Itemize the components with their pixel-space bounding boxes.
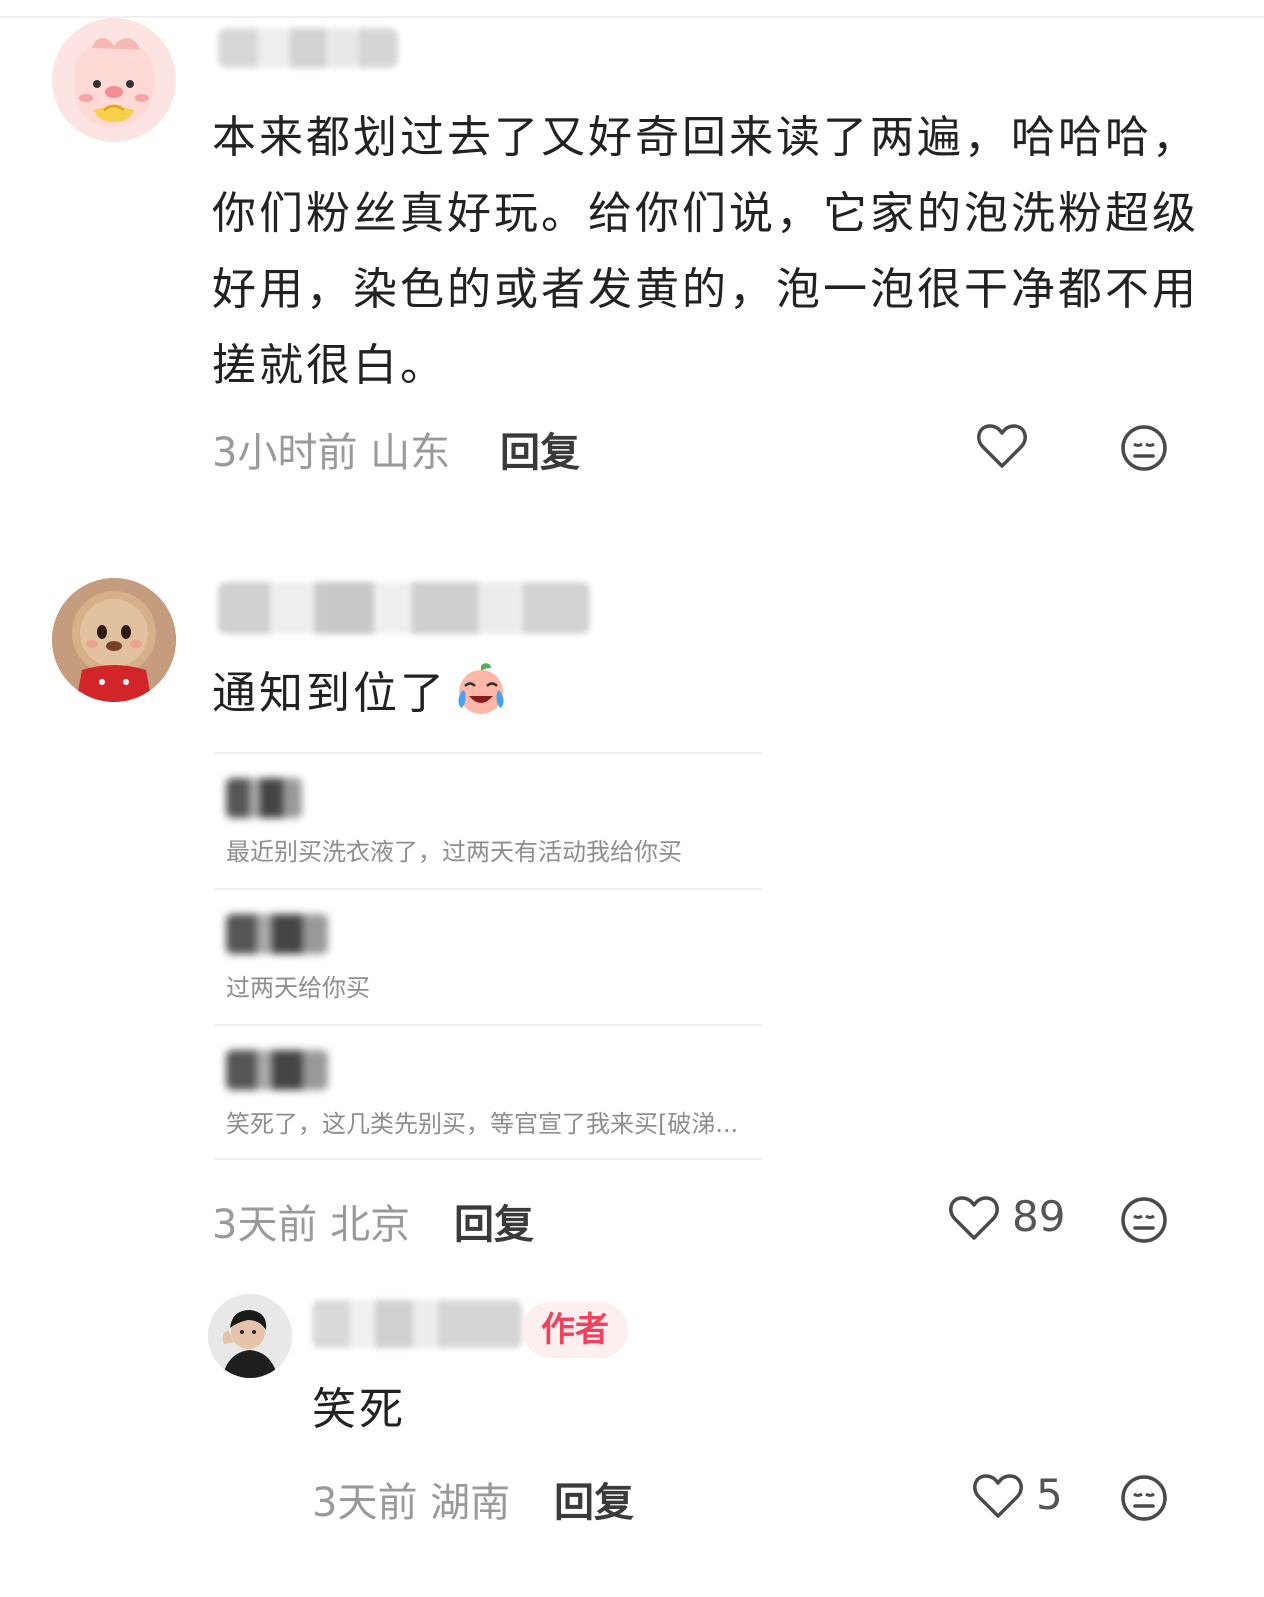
comment-text: 本来都划过去了又好奇回来读了两遍，哈哈哈，你们粉丝真好玩。给你们说，它家的泡洗粉… [212, 112, 1199, 391]
heart-outline-icon[interactable] [948, 1194, 1000, 1242]
quoted-message: 笑死了，这几类先别买，等官宣了我来买[破涕... [214, 1024, 762, 1160]
quoted-text: 最近别买洗衣液了，过两天有活动我给你买 [226, 838, 682, 866]
reply-button[interactable]: 回复 [454, 1192, 534, 1250]
neutral-face-icon[interactable] [1120, 424, 1168, 472]
quoted-message: 最近别买洗衣液了，过两天有活动我给你买 [214, 752, 762, 888]
reply-button[interactable]: 回复 [554, 1470, 634, 1528]
author-badge: 作者 [522, 1302, 628, 1358]
reply-button[interactable]: 回复 [500, 420, 580, 478]
username-blurred[interactable] [218, 582, 590, 634]
divider [214, 1158, 762, 1160]
quoted-username-blurred [226, 778, 302, 818]
comment-text-content: 通知到位了 [212, 668, 447, 719]
avatar[interactable] [52, 578, 176, 702]
comment-text: 通知到位了 [212, 660, 509, 727]
top-divider [0, 16, 1264, 18]
quoted-messages-card[interactable]: 最近别买洗衣液了，过两天有活动我给你买 过两天给你买 笑死了，这几类先别买，等官… [214, 752, 762, 1162]
quoted-message: 过两天给你买 [214, 888, 762, 1024]
neutral-face-icon[interactable] [1120, 1474, 1168, 1522]
comment-time-location: 3天前 湖南 [312, 1480, 511, 1526]
username-blurred[interactable] [218, 28, 398, 68]
crying-laughing-peach-emoji [453, 660, 509, 716]
avatar[interactable] [52, 18, 176, 142]
comment-time-location: 3小时前 山东 [212, 430, 451, 476]
quoted-username-blurred [226, 914, 328, 954]
comment-time-location: 3天前 北京 [212, 1202, 411, 1248]
comment-text: 笑死 [312, 1384, 406, 1435]
like-count: 5 [1036, 1470, 1063, 1519]
quoted-text: 笑死了，这几类先别买，等官宣了我来买[破涕... [226, 1110, 739, 1138]
username-blurred[interactable] [312, 1300, 522, 1348]
plush-bear-avatar-image [52, 578, 176, 702]
heart-outline-icon[interactable] [976, 422, 1028, 470]
neutral-face-icon[interactable] [1120, 1196, 1168, 1244]
heart-outline-icon[interactable] [972, 1472, 1024, 1520]
like-count: 89 [1012, 1192, 1066, 1241]
quoted-username-blurred [226, 1050, 328, 1090]
person-avatar-image [208, 1294, 292, 1378]
pig-avatar-image [52, 18, 176, 142]
quoted-text: 过两天给你买 [226, 974, 370, 1002]
avatar[interactable] [208, 1294, 292, 1378]
